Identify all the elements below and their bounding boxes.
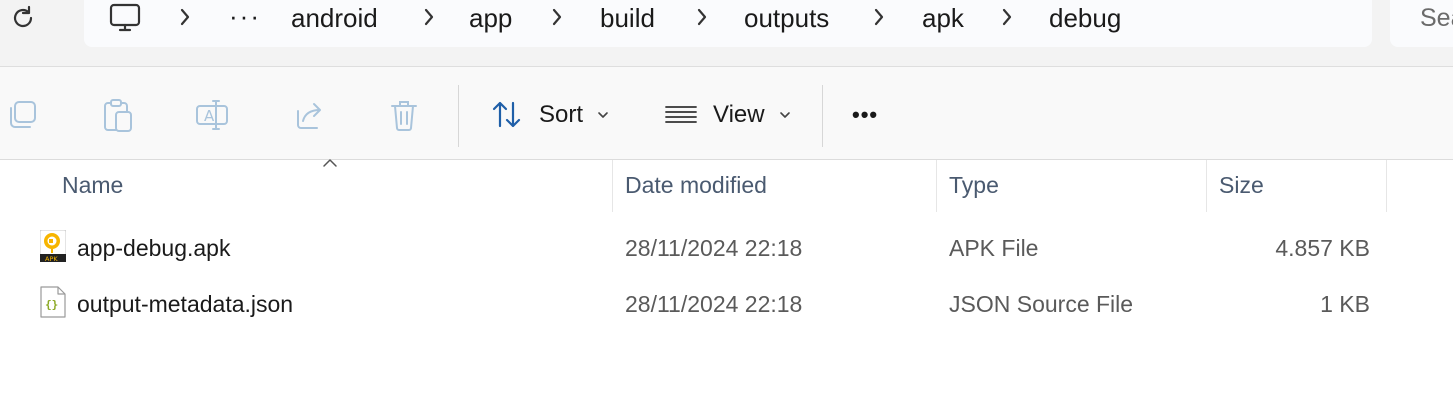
share-icon[interactable] xyxy=(290,97,326,133)
chevron-right-icon[interactable] xyxy=(696,6,708,28)
sort-icon xyxy=(492,101,521,128)
title-bar: ··· android app build outputs apk debug … xyxy=(0,0,1453,66)
paste-icon[interactable] xyxy=(100,97,136,133)
delete-icon[interactable] xyxy=(386,97,422,133)
address-bar[interactable]: ··· android app build outputs apk debug xyxy=(84,0,1372,47)
more-options-button[interactable]: ••• xyxy=(852,95,878,135)
column-divider[interactable] xyxy=(612,160,613,212)
toolbar-divider xyxy=(822,85,823,147)
file-name[interactable]: app-debug.apk xyxy=(77,233,230,263)
column-divider[interactable] xyxy=(1386,160,1387,212)
apk-file-icon: APK xyxy=(40,230,66,262)
sort-label: Sort xyxy=(539,101,584,128)
breadcrumb-apk[interactable]: apk xyxy=(922,2,964,34)
rename-icon[interactable]: A xyxy=(194,97,230,133)
column-header-date-modified[interactable]: Date modified xyxy=(625,172,767,199)
file-date-modified: 28/11/2024 22:18 xyxy=(625,291,803,317)
column-header-type[interactable]: Type xyxy=(949,172,999,199)
column-divider[interactable] xyxy=(1206,160,1207,212)
file-name[interactable]: output-metadata.json xyxy=(77,289,293,319)
file-row[interactable]: {} output-metadata.json 28/11/2024 22:18… xyxy=(0,278,1453,332)
chevron-right-icon[interactable] xyxy=(551,6,563,28)
view-icon xyxy=(665,106,697,123)
refresh-button[interactable] xyxy=(8,4,38,32)
column-header-size[interactable]: Size xyxy=(1219,172,1264,199)
svg-text:{}: {} xyxy=(45,298,58,311)
column-header-row: Name Date modified Type Size xyxy=(0,159,1453,212)
more-options-icon: ••• xyxy=(852,102,879,127)
view-label: View xyxy=(713,101,765,128)
file-row[interactable]: APK app-debug.apk 28/11/2024 22:18 APK F… xyxy=(0,222,1453,276)
command-bar: A Sort View ••• xyxy=(0,66,1453,160)
json-file-icon: {} xyxy=(40,286,66,318)
breadcrumb-overflow[interactable]: ··· xyxy=(229,0,261,32)
refresh-icon xyxy=(13,5,33,28)
copy-icon[interactable] xyxy=(4,97,40,133)
chevron-right-icon[interactable] xyxy=(423,6,435,28)
chevron-down-icon xyxy=(598,112,608,118)
view-button[interactable]: View xyxy=(664,95,791,135)
chevron-down-icon xyxy=(779,112,790,118)
file-size: 4.857 KB xyxy=(1275,235,1370,261)
breadcrumb-debug[interactable]: debug xyxy=(1049,2,1121,34)
column-header-name[interactable]: Name xyxy=(62,172,123,199)
file-type: APK File xyxy=(949,235,1039,261)
search-input[interactable]: Sea xyxy=(1390,0,1453,47)
chevron-right-icon[interactable] xyxy=(873,6,885,28)
svg-text:A: A xyxy=(204,107,215,125)
chevron-right-icon[interactable] xyxy=(179,6,191,28)
breadcrumb-app[interactable]: app xyxy=(469,2,512,34)
breadcrumb-outputs[interactable]: outputs xyxy=(744,2,829,34)
file-size: 1 KB xyxy=(1320,291,1370,317)
search-placeholder: Sea xyxy=(1420,4,1453,32)
column-divider[interactable] xyxy=(936,160,937,212)
svg-text:APK: APK xyxy=(45,255,58,262)
sort-button[interactable]: Sort xyxy=(490,95,609,135)
breadcrumb-build[interactable]: build xyxy=(600,2,655,34)
this-pc-icon[interactable] xyxy=(108,3,142,33)
file-date-modified: 28/11/2024 22:18 xyxy=(625,235,803,261)
chevron-right-icon[interactable] xyxy=(1001,6,1013,28)
file-type: JSON Source File xyxy=(949,291,1134,317)
toolbar-divider xyxy=(458,85,459,147)
breadcrumb-android[interactable]: android xyxy=(291,2,378,34)
sort-ascending-icon xyxy=(323,159,337,167)
